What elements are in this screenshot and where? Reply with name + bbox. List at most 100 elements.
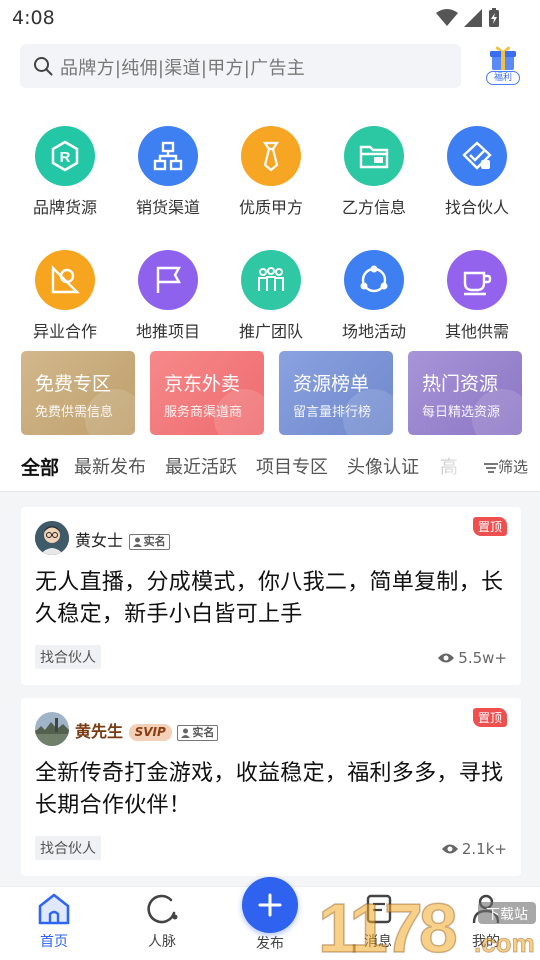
post-feed: 黄女士 实名 置顶 无人直播，分成模式，你八我二，简单复制，长久稳定，新手小白皆… [0,492,540,886]
view-count-value: 2.1k+ [461,840,507,858]
contacts-icon [147,894,178,924]
tab-fade [430,450,480,482]
filter-icon [483,462,498,473]
folder-icon [344,126,404,186]
search-placeholder: 品牌方|纯佣|渠道|甲方|广告主 [60,58,306,79]
status-icons [436,8,500,28]
svg-text:1178: 1178 [318,889,456,960]
tab-project-zone[interactable]: 项目专区 [256,453,328,479]
category-cross-industry[interactable]: 异业合作 [13,250,117,342]
nav-contacts[interactable]: 人脉 [127,893,197,951]
category-promotion-team[interactable]: 推广团队 [219,250,323,342]
promo-hot-resources[interactable]: 热门资源 每日精选资源 [408,351,522,435]
triangle-ruler-icon [35,250,95,310]
org-chart-icon [138,126,198,186]
promo-resource-ranking[interactable]: 资源榜单 留言量排行榜 [279,351,393,435]
nav-home[interactable]: 首页 [19,893,89,951]
site-watermark: 1178 .com 下载站 [318,888,536,960]
user-icon [132,537,142,547]
search-input[interactable]: 品牌方|纯佣|渠道|甲方|广告主 [20,44,461,88]
svip-badge: SVIP [128,724,172,741]
signal-icon [464,9,482,27]
promo-row: 免费专区 免费供需信息 京东外卖 服务商渠道商 资源榜单 留言量排行榜 热门资源… [21,351,522,435]
tab-recently-active[interactable]: 最近活跃 [165,453,237,479]
category-label: 异业合作 [32,322,97,341]
avatar[interactable] [35,521,69,555]
feed-tabs: 全部 最新发布 最近活跃 项目专区 头像认证 高 筛选 [0,450,540,482]
tab-latest[interactable]: 最新发布 [74,453,146,479]
search-row: 品牌方|纯佣|渠道|甲方|广告主 福利 [20,44,520,90]
category-label: 找合伙人 [444,198,509,217]
author-name[interactable]: 黄先生 [75,722,123,741]
search-icon [34,57,53,76]
welfare-button[interactable]: 福利 [484,44,522,88]
post-card[interactable]: 黄女士 实名 置顶 无人直播，分成模式，你八我二，简单复制，长久稳定，新手小白皆… [21,507,521,685]
nav-label: 人脉 [148,934,176,950]
promo-subtitle: 服务商渠道商 [164,405,243,420]
post-content[interactable]: 全新传奇打金游戏，收益稳定，福利多多，寻找长期合作伙伴！ [35,758,505,822]
battery-icon [489,8,499,27]
home-icon [38,893,70,925]
share-nodes-icon [344,250,404,310]
pinned-badge: 置顶 [472,708,507,727]
svg-text:下载站: 下载站 [486,907,528,923]
status-bar: 4:08 [0,0,540,36]
eye-icon [441,844,458,854]
promo-subtitle: 免费供需信息 [35,405,114,420]
publish-label: 发布 [256,936,284,952]
cup-icon [447,250,507,310]
category-find-partner[interactable]: 找合伙人 [425,126,529,218]
promo-title: 热门资源 [422,373,499,395]
category-label: 销货渠道 [135,198,200,217]
category-label: 乙方信息 [341,198,406,217]
category-quality-party-a[interactable]: 优质甲方 [219,126,323,218]
category-sales-channel[interactable]: 销货渠道 [116,126,220,218]
tie-icon [241,126,301,186]
pinned-badge: 置顶 [472,517,507,536]
post-tag[interactable]: 找合伙人 [35,836,101,860]
tab-avatar-verified[interactable]: 头像认证 [347,453,419,479]
filter-label: 筛选 [497,458,528,476]
nav-label: 首页 [40,934,68,950]
real-name-badge: 实名 [177,724,219,741]
category-venue-events[interactable]: 场地活动 [322,250,426,342]
category-label: 优质甲方 [238,198,303,217]
brand-r-icon: R [35,126,95,186]
promo-title: 免费专区 [35,373,112,395]
post-tag[interactable]: 找合伙人 [35,645,101,669]
category-ground-promotion[interactable]: 地推项目 [116,250,220,342]
eye-icon [438,653,455,663]
category-label: 其他供需 [444,322,509,341]
status-time: 4:08 [12,7,55,29]
view-count: 5.5w+ [438,649,507,667]
filter-button[interactable]: 筛选 [481,456,528,477]
category-label: 品牌货源 [32,198,97,217]
welfare-label: 福利 [486,71,520,85]
promo-jd-takeout[interactable]: 京东外卖 服务商渠道商 [150,351,264,435]
avatar[interactable] [35,712,69,746]
category-label: 推广团队 [238,322,303,341]
team-icon [241,250,301,310]
category-party-b-info[interactable]: 乙方信息 [322,126,426,218]
publish-button[interactable] [242,877,298,933]
post-card[interactable]: 黄先生 SVIP 实名 置顶 全新传奇打金游戏，收益稳定，福利多多，寻找长期合作… [21,698,521,876]
svg-text:R: R [60,149,71,166]
wifi-icon [436,9,458,26]
promo-title: 资源榜单 [293,373,370,395]
category-other-demand[interactable]: 其他供需 [425,250,529,342]
author-row: 黄女士 实名 [75,527,170,551]
view-count: 2.1k+ [441,840,507,858]
post-content[interactable]: 无人直播，分成模式，你八我二，简单复制，长久稳定，新手小白皆可上手 [35,567,505,631]
plus-icon [258,893,282,917]
gift-icon [490,46,516,70]
promo-free-zone[interactable]: 免费专区 免费供需信息 [21,351,135,435]
user-icon [181,728,191,738]
category-brand-supply[interactable]: R 品牌货源 [13,126,117,218]
author-name[interactable]: 黄女士 [75,531,123,550]
real-name-label: 实名 [192,725,215,739]
flag-icon [138,250,198,310]
author-row: 黄先生 SVIP 实名 [75,718,219,742]
real-name-badge: 实名 [128,533,170,550]
category-label: 地推项目 [135,322,200,341]
tab-all[interactable]: 全部 [21,453,59,480]
